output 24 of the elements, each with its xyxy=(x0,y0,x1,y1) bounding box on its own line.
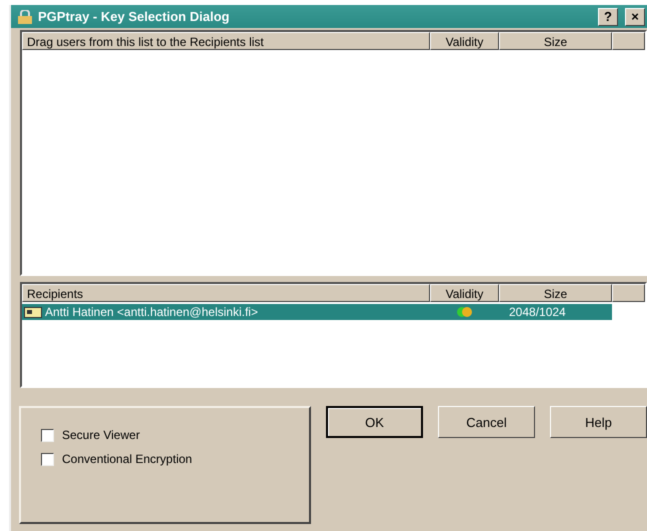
title-bar-button[interactable]: × xyxy=(625,8,645,26)
column-header[interactable]: Validity xyxy=(430,32,499,50)
title-bar-button[interactable]: ? xyxy=(598,8,618,26)
dialog-button[interactable]: Cancel xyxy=(438,406,535,438)
validity-icon xyxy=(456,306,474,318)
dialog-button[interactable]: OK xyxy=(326,406,423,438)
column-header[interactable]: Size xyxy=(499,32,612,50)
column-header[interactable]: Validity xyxy=(430,284,499,302)
checkbox[interactable] xyxy=(41,452,54,466)
column-header[interactable] xyxy=(612,32,645,50)
dialog-button[interactable]: Help xyxy=(550,406,647,438)
recipient-name: Antti Hatinen <antti.hatinen@helsinki.fi> xyxy=(45,305,258,319)
key-card-icon xyxy=(24,306,42,318)
column-header[interactable]: Size xyxy=(499,284,612,302)
checkbox[interactable] xyxy=(41,428,54,442)
window-title: PGPtray - Key Selection Dialog xyxy=(38,9,230,24)
key-size: 2048/1024 xyxy=(509,305,566,319)
checkbox-label: Conventional Encryption xyxy=(62,452,192,466)
checkbox-label: Secure Viewer xyxy=(62,428,140,442)
list-row[interactable]: Antti Hatinen <antti.hatinen@helsinki.fi> 2048/1024 xyxy=(22,304,612,320)
column-header[interactable]: Recipients xyxy=(22,284,430,302)
lock-icon xyxy=(17,10,33,24)
column-header[interactable] xyxy=(612,284,645,302)
column-header[interactable]: Drag users from this list to the Recipients list xyxy=(22,32,430,50)
